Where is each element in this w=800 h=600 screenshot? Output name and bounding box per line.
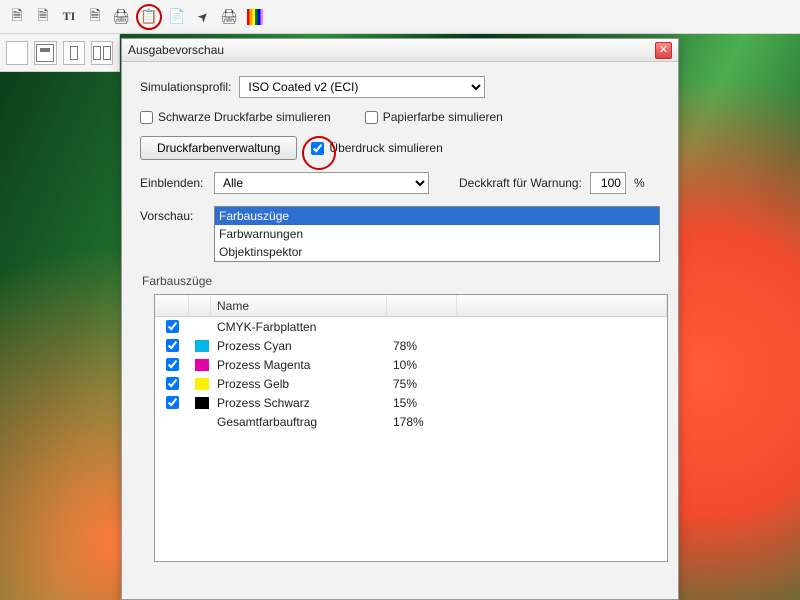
page-thumbnails-icon[interactable] xyxy=(63,41,85,65)
row-name: Gesamtfarbauftrag xyxy=(211,415,387,429)
secondary-toolbar xyxy=(0,34,120,72)
row-checkbox[interactable] xyxy=(166,339,179,352)
main-toolbar: TI 📋 📄 🖨 xyxy=(0,0,800,34)
page-icon[interactable] xyxy=(84,6,106,28)
color-swatch xyxy=(195,359,209,371)
blank-page-icon[interactable] xyxy=(6,41,28,65)
row-name: Prozess Cyan xyxy=(211,339,387,353)
new-doc-icon[interactable] xyxy=(6,6,28,28)
two-page-icon[interactable] xyxy=(91,41,113,65)
simprofile-select[interactable]: ISO Coated v2 (ECI) xyxy=(239,76,485,98)
vorschau-item-separations[interactable]: Farbauszüge xyxy=(215,207,659,225)
opacity-unit: % xyxy=(634,176,645,190)
export-icon[interactable]: 📄 xyxy=(166,6,188,28)
row-name: Prozess Magenta xyxy=(211,358,387,372)
row-checkbox[interactable] xyxy=(166,320,179,333)
papercolor-checkbox[interactable]: Papierfarbe simulieren xyxy=(365,110,503,124)
color-swatch xyxy=(195,397,209,409)
einblenden-label: Einblenden: xyxy=(140,176,206,190)
ink-manager-button[interactable]: Druckfarbenverwaltung xyxy=(140,136,297,160)
row-checkbox[interactable] xyxy=(166,358,179,371)
row-name: Prozess Schwarz xyxy=(211,396,387,410)
select-tool-icon[interactable] xyxy=(192,6,214,28)
row-percent: 75% xyxy=(387,377,457,391)
dialog-titlebar[interactable]: Ausgabevorschau ✕ xyxy=(122,39,678,62)
separations-table: Name CMYK-FarbplattenProzess Cyan78%Proz… xyxy=(154,294,668,562)
opacity-label: Deckkraft für Warnung: xyxy=(459,176,582,190)
col-name: Name xyxy=(211,295,387,316)
vorschau-label: Vorschau: xyxy=(140,206,206,223)
blackink-checkbox-input[interactable] xyxy=(140,111,153,124)
table-row: Prozess Schwarz15% xyxy=(155,393,667,412)
table-header: Name xyxy=(155,295,667,317)
open-doc-icon[interactable] xyxy=(32,6,54,28)
output-preview-dialog: Ausgabevorschau ✕ Simulationsprofil: ISO… xyxy=(121,38,679,600)
table-row: Gesamtfarbauftrag178% xyxy=(155,412,667,431)
vorschau-listbox[interactable]: Farbauszüge Farbwarnungen Objektinspekto… xyxy=(214,206,660,262)
einblenden-select[interactable]: Alle xyxy=(214,172,429,194)
blackink-checkbox[interactable]: Schwarze Druckfarbe simulieren xyxy=(140,110,331,124)
row-checkbox[interactable] xyxy=(166,377,179,390)
papercolor-checkbox-input[interactable] xyxy=(365,111,378,124)
color-icon[interactable] xyxy=(244,6,266,28)
opacity-input[interactable] xyxy=(590,172,626,194)
overprint-checkbox-input[interactable] xyxy=(311,142,324,155)
output-preview-icon[interactable]: 📋 xyxy=(138,6,160,28)
close-icon[interactable]: ✕ xyxy=(655,42,672,59)
vorschau-item-objectinspector[interactable]: Objektinspektor xyxy=(215,243,659,261)
print-icon[interactable] xyxy=(110,6,132,28)
simprofile-label: Simulationsprofil: xyxy=(140,80,231,94)
color-swatch xyxy=(195,340,209,352)
table-row: CMYK-Farbplatten xyxy=(155,317,667,336)
table-row: Prozess Cyan78% xyxy=(155,336,667,355)
row-name: CMYK-Farbplatten xyxy=(211,320,387,334)
table-row: Prozess Gelb75% xyxy=(155,374,667,393)
separations-section-label: Farbauszüge xyxy=(142,274,660,288)
print-production-icon[interactable]: 🖨 xyxy=(218,6,240,28)
touchup-text-icon[interactable]: TI xyxy=(58,6,80,28)
table-row: Prozess Magenta10% xyxy=(155,355,667,374)
row-percent: 78% xyxy=(387,339,457,353)
row-checkbox[interactable] xyxy=(166,396,179,409)
color-swatch xyxy=(195,378,209,390)
highlighted-tool-circle: 📋 xyxy=(136,4,162,30)
row-percent: 178% xyxy=(387,415,457,429)
overprint-checkbox[interactable]: Überdruck simulieren xyxy=(311,141,442,155)
dialog-title: Ausgabevorschau xyxy=(128,43,655,57)
row-percent: 15% xyxy=(387,396,457,410)
vorschau-item-colorwarnings[interactable]: Farbwarnungen xyxy=(215,225,659,243)
row-percent: 10% xyxy=(387,358,457,372)
save-icon[interactable] xyxy=(34,41,56,65)
row-name: Prozess Gelb xyxy=(211,377,387,391)
